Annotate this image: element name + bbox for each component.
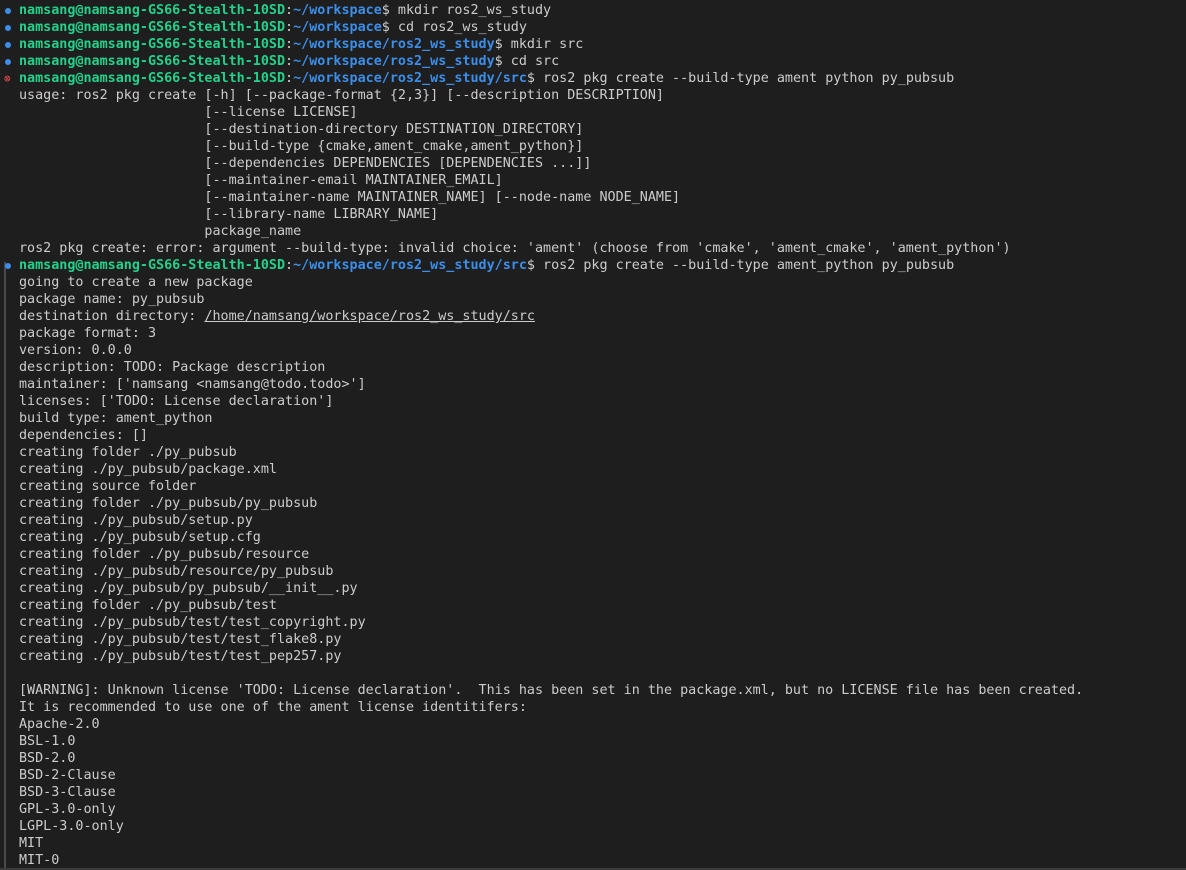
prompt-line: namsang@namsang-GS66-Stealth-10SD:~/work…	[19, 36, 583, 53]
circle-success-icon[interactable]	[4, 257, 14, 274]
output-line: [--maintainer-email MAINTAINER_EMAIL]	[19, 173, 503, 188]
output-line: creating ./py_pubsub/setup.py	[19, 513, 253, 528]
output-line: version: 0.0.0	[19, 343, 132, 358]
output-line: creating ./py_pubsub/package.xml	[19, 462, 277, 477]
output-line: ros2 pkg create: error: argument --build…	[19, 241, 1011, 256]
destination-path-link[interactable]: /home/namsang/workspace/ros2_ws_study/sr…	[204, 309, 535, 324]
prompt-user-host: namsang@namsang-GS66-Stealth-10SD	[19, 71, 286, 86]
output-line: package name: py_pubsub	[19, 292, 205, 307]
output-line: [--destination-directory DESTINATION_DIR…	[19, 122, 584, 137]
output-line: [WARNING]: Unknown license 'TODO: Licens…	[19, 683, 1084, 698]
output-line: [--dependencies DEPENDENCIES [DEPENDENCI…	[19, 156, 592, 171]
prompt-line: namsang@namsang-GS66-Stealth-10SD:~/work…	[19, 2, 551, 19]
prompt-separator: :	[285, 3, 294, 18]
output-line: dependencies: []	[19, 428, 148, 443]
output-line: usage: ros2 pkg create [-h] [--package-f…	[19, 88, 664, 103]
output-line: creating source folder	[19, 479, 197, 494]
terminal[interactable]: namsang@namsang-GS66-Stealth-10SD:~/work…	[0, 0, 1186, 870]
prompt-line: namsang@namsang-GS66-Stealth-10SD:~/work…	[19, 257, 954, 274]
prompt-path: ~/workspace/ros2_ws_study/src	[293, 71, 527, 86]
prompt-user-host: namsang@namsang-GS66-Stealth-10SD	[19, 258, 286, 273]
output-line: build type: ament_python	[19, 411, 213, 426]
output-line: creating ./py_pubsub/resource/py_pubsub	[19, 564, 334, 579]
output-line: creating folder ./py_pubsub/test	[19, 598, 277, 613]
output-line: BSL-1.0	[19, 734, 76, 749]
prompt-path: ~/workspace	[293, 20, 382, 35]
output-line: MIT-0	[19, 853, 60, 868]
prompt-line: namsang@namsang-GS66-Stealth-10SD:~/work…	[19, 70, 954, 87]
destination-label: destination directory:	[19, 309, 205, 324]
output-line: creating folder ./py_pubsub/py_pubsub	[19, 496, 318, 511]
command-text: $ mkdir src	[494, 37, 584, 52]
marker-dot	[5, 263, 11, 269]
output-line: package format: 3	[19, 326, 157, 341]
output-line: creating folder ./py_pubsub/resource	[19, 547, 310, 562]
output-line: package_name	[19, 224, 302, 239]
prompt-user-host: namsang@namsang-GS66-Stealth-10SD	[19, 37, 286, 52]
output-line: creating ./py_pubsub/py_pubsub/__init__.…	[19, 581, 358, 596]
command-text: $ mkdir ros2_ws_study	[381, 3, 552, 18]
command-text: $ ros2 pkg create --build-type ament_pyt…	[526, 258, 955, 273]
command-text: $ ros2 pkg create --build-type ament pyt…	[526, 71, 955, 86]
output-line: GPL-3.0-only	[19, 802, 116, 817]
output-line: creating folder ./py_pubsub	[19, 445, 237, 460]
output-line: BSD-2-Clause	[19, 768, 116, 783]
prompt-user-host: namsang@namsang-GS66-Stealth-10SD	[19, 3, 286, 18]
marker-dot	[5, 25, 11, 31]
output-line: creating ./py_pubsub/test/test_pep257.py	[19, 649, 342, 664]
output-line: description: TODO: Package description	[19, 360, 326, 375]
output-line: creating ./py_pubsub/test/test_copyright…	[19, 615, 366, 630]
output-line: creating ./py_pubsub/setup.cfg	[19, 530, 261, 545]
prompt-user-host: namsang@namsang-GS66-Stealth-10SD	[19, 54, 286, 69]
output-line: going to create a new package	[19, 275, 253, 290]
circle-success-icon[interactable]	[4, 19, 14, 36]
output-line: MIT	[19, 836, 44, 851]
output-line: licenses: ['TODO: License declaration']	[19, 394, 334, 409]
command-text: $ cd src	[494, 54, 560, 69]
circle-success-icon[interactable]	[4, 2, 14, 19]
output-line: [--maintainer-name MAINTAINER_NAME] [--n…	[19, 190, 681, 205]
output-line: maintainer: ['namsang <namsang@todo.todo…	[19, 377, 366, 392]
output-line: [--build-type {cmake,ament_cmake,ament_p…	[19, 139, 584, 154]
output-line: BSD-3-Clause	[19, 785, 116, 800]
prompt-separator: :	[285, 258, 294, 273]
destination-line: destination directory: /home/namsang/wor…	[19, 308, 535, 325]
marker-dot	[5, 42, 11, 48]
prompt-separator: :	[285, 71, 294, 86]
prompt-separator: :	[285, 20, 294, 35]
command-text: $ cd ros2_ws_study	[381, 20, 527, 35]
output-line: creating ./py_pubsub/test/test_flake8.py	[19, 632, 342, 647]
output-line: Apache-2.0	[19, 717, 100, 732]
prompt-separator: :	[285, 54, 294, 69]
prompt-user-host: namsang@namsang-GS66-Stealth-10SD	[19, 20, 286, 35]
output-line: [--library-name LIBRARY_NAME]	[19, 207, 439, 222]
output-line: It is recommended to use one of the amen…	[19, 700, 527, 715]
prompt-path: ~/workspace/ros2_ws_study/src	[293, 258, 527, 273]
prompt-path: ~/workspace/ros2_ws_study	[293, 54, 495, 69]
prompt-path: ~/workspace	[293, 3, 382, 18]
marker-dot	[5, 8, 11, 14]
output-line: BSD-2.0	[19, 751, 76, 766]
prompt-line: namsang@namsang-GS66-Stealth-10SD:~/work…	[19, 53, 559, 70]
prompt-line: namsang@namsang-GS66-Stealth-10SD:~/work…	[19, 19, 527, 36]
prompt-separator: :	[285, 37, 294, 52]
output-line: LGPL-3.0-only	[19, 819, 124, 834]
circle-success-icon[interactable]	[4, 36, 14, 53]
circle-success-icon[interactable]	[4, 53, 14, 70]
marker-dot	[5, 59, 11, 65]
output-line: [--license LICENSE]	[19, 105, 358, 120]
error-x-icon[interactable]: ⊗	[4, 70, 14, 87]
prompt-path: ~/workspace/ros2_ws_study	[293, 37, 495, 52]
command-group-border	[4, 262, 6, 870]
